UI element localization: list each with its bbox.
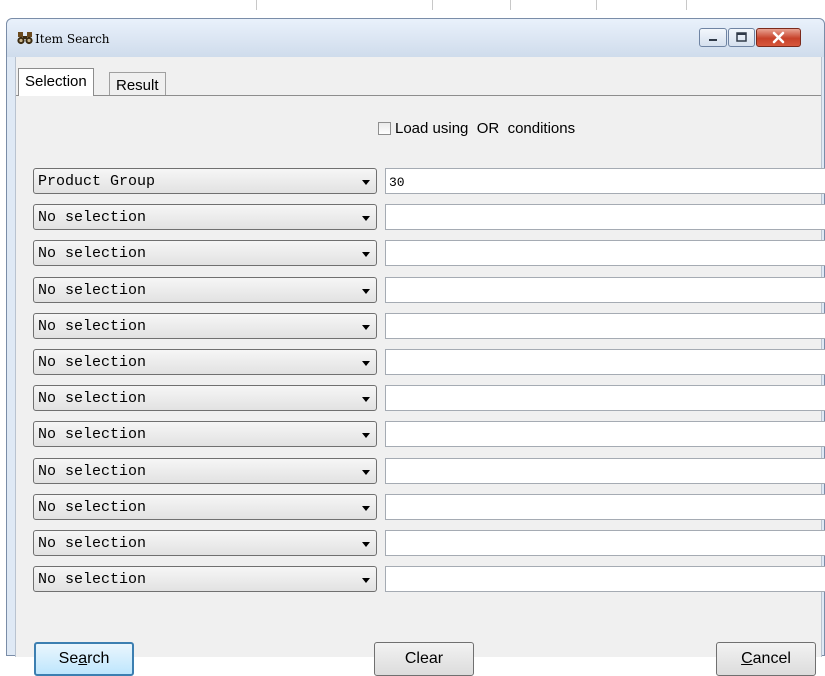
dropdown-arrow-icon[interactable] [362, 180, 370, 185]
dropdown-arrow-icon[interactable] [362, 433, 370, 438]
or-conditions-option[interactable]: Load using OR conditions [378, 120, 575, 137]
criteria-row: No selection [33, 566, 825, 592]
field-select[interactable]: No selection [33, 494, 377, 520]
field-select-value: No selection [38, 426, 147, 443]
field-select-value: No selection [38, 571, 147, 588]
minimize-button[interactable] [699, 28, 727, 47]
criteria-row: No selection [33, 313, 825, 339]
search-button[interactable]: Search [34, 642, 134, 676]
bg-divider [596, 0, 597, 10]
field-select-value: No selection [38, 209, 147, 226]
field-select[interactable]: No selection [33, 566, 377, 592]
window-title: Item Search [35, 32, 110, 46]
tab-label: Selection [25, 73, 87, 90]
dropdown-arrow-icon[interactable] [362, 578, 370, 583]
dropdown-arrow-icon[interactable] [362, 470, 370, 475]
bg-divider [256, 0, 257, 10]
field-select-value: No selection [38, 535, 147, 552]
criteria-value-input[interactable] [385, 313, 825, 339]
cancel-label-post: ancel [752, 650, 791, 667]
dropdown-arrow-icon[interactable] [362, 361, 370, 366]
tab-strip: Selection Result [16, 57, 821, 96]
search-label-post: rch [87, 650, 110, 667]
criteria-row: No selection [33, 458, 825, 484]
field-select-value: No selection [38, 318, 147, 335]
field-select[interactable]: No selection [33, 204, 377, 230]
dropdown-arrow-icon[interactable] [362, 289, 370, 294]
criteria-value-input[interactable] [385, 421, 825, 447]
field-select-value: No selection [38, 463, 147, 480]
criteria-row: No selection [33, 494, 825, 520]
field-select[interactable]: No selection [33, 458, 377, 484]
criteria-value-input[interactable] [385, 385, 825, 411]
criteria-value-input[interactable] [385, 204, 825, 230]
close-icon [772, 31, 785, 44]
dropdown-arrow-icon[interactable] [362, 397, 370, 402]
criteria-row: No selection [33, 277, 825, 303]
search-label-pre: Se [58, 650, 79, 667]
bg-divider [686, 0, 687, 10]
field-select[interactable]: No selection [33, 349, 377, 375]
selection-panel: Load using OR conditions Product Group 30… [16, 96, 825, 676]
client-area: Selection Result Load using OR condition… [15, 57, 825, 676]
field-select-value: No selection [38, 354, 147, 371]
criteria-value-input[interactable] [385, 458, 825, 484]
field-select[interactable]: No selection [33, 240, 377, 266]
field-select[interactable]: No selection [33, 313, 377, 339]
criteria-row: No selection [33, 530, 825, 556]
field-select[interactable]: No selection [33, 277, 377, 303]
field-select[interactable]: No selection [33, 385, 377, 411]
criteria-row: No selection [33, 204, 825, 230]
criteria-value-input[interactable] [385, 530, 825, 556]
tab-result[interactable]: Result [109, 72, 166, 96]
item-search-window: Item Search Selection Result Load using … [6, 18, 825, 676]
criteria-row: No selection [33, 421, 825, 447]
close-button[interactable] [756, 28, 801, 47]
criteria-value-input[interactable] [385, 566, 825, 592]
maximize-button[interactable] [728, 28, 755, 47]
field-select-value: No selection [38, 499, 147, 516]
criteria-value-input[interactable] [385, 494, 825, 520]
dropdown-arrow-icon[interactable] [362, 506, 370, 511]
field-select-value: No selection [38, 245, 147, 262]
binoculars-icon [17, 32, 33, 45]
tab-label: Result [116, 77, 159, 94]
dropdown-arrow-icon[interactable] [362, 325, 370, 330]
criteria-value-input[interactable] [385, 240, 825, 266]
search-mnemonic: a [78, 650, 88, 667]
or-conditions-label: Load using OR conditions [395, 120, 576, 137]
tab-selection[interactable]: Selection [18, 68, 94, 96]
field-select-value: Product Group [38, 173, 156, 190]
dropdown-arrow-icon[interactable] [362, 542, 370, 547]
maximize-icon [736, 32, 747, 42]
title-bar[interactable]: Item Search [7, 19, 824, 57]
dropdown-arrow-icon[interactable] [362, 216, 370, 221]
field-select-value: No selection [38, 390, 147, 407]
criteria-row: No selection [33, 385, 825, 411]
criteria-value-input[interactable]: 30 [385, 168, 825, 194]
criteria-row: No selection [33, 349, 825, 375]
clear-button[interactable]: Clear [374, 642, 474, 676]
bg-divider [510, 0, 511, 10]
cancel-button[interactable]: Cancel [716, 642, 816, 676]
bg-divider [432, 0, 433, 10]
minimize-icon [709, 39, 717, 41]
criteria-value-input[interactable] [385, 349, 825, 375]
cancel-mnemonic: C [741, 650, 753, 667]
field-select-value: No selection [38, 282, 147, 299]
or-conditions-checkbox[interactable] [378, 122, 391, 135]
field-select[interactable]: Product Group [33, 168, 377, 194]
field-select[interactable]: No selection [33, 530, 377, 556]
criteria-value-input[interactable] [385, 277, 825, 303]
criteria-row: No selection [33, 240, 825, 266]
field-select[interactable]: No selection [33, 421, 377, 447]
dropdown-arrow-icon[interactable] [362, 252, 370, 257]
criteria-row: Product Group 30 [33, 168, 825, 194]
background-window-strip [0, 0, 825, 18]
